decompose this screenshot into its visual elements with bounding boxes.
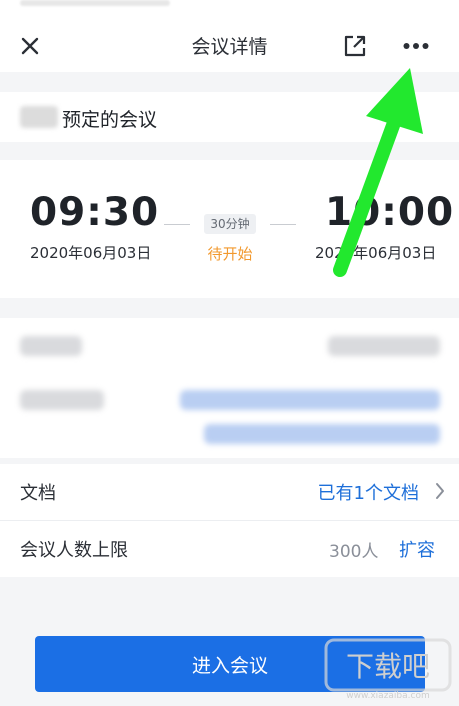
watermark-logo: 下载吧 www.xiazaiba.com <box>324 636 454 702</box>
watermark-url: www.xiazaiba.com <box>346 691 430 701</box>
annotation-arrow <box>333 68 423 277</box>
watermark-brand: 下载吧 <box>346 650 430 683</box>
